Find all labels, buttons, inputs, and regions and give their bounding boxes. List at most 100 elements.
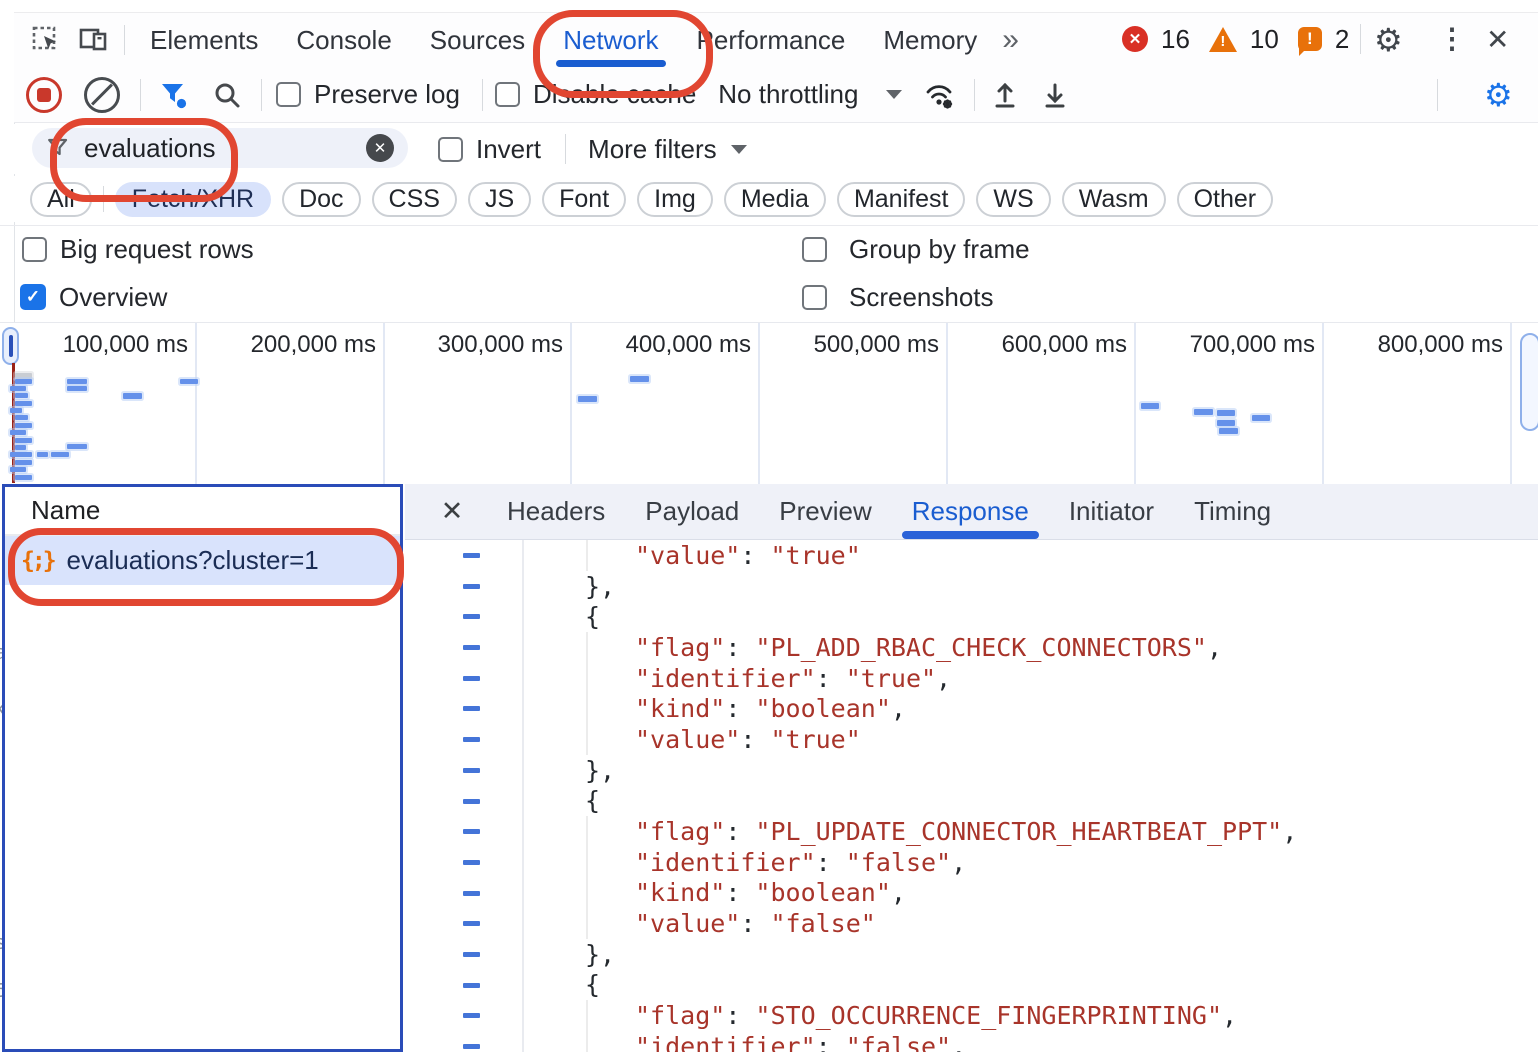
disable-cache-label[interactable]: Disable cache [533, 79, 696, 110]
type-filter-wasm[interactable]: Wasm [1062, 182, 1166, 217]
issues-count[interactable]: 2 [1335, 24, 1349, 55]
fold-marker-icon[interactable] [463, 952, 480, 957]
type-filter-img[interactable]: Img [637, 182, 713, 217]
type-filter-manifest[interactable]: Manifest [837, 182, 965, 217]
request-timeline-bar[interactable] [10, 408, 22, 413]
throttling-select[interactable]: No throttling [718, 79, 858, 110]
request-timeline-bar[interactable] [180, 379, 198, 384]
request-timeline-bar[interactable] [1141, 403, 1159, 409]
close-detail-icon[interactable]: ✕ [431, 496, 473, 527]
clear-network-log-icon[interactable] [84, 77, 120, 113]
request-timeline-bar[interactable] [1219, 428, 1238, 434]
name-column-header[interactable]: Name [5, 487, 400, 536]
big-request-rows-checkbox[interactable] [22, 237, 47, 262]
tab-network[interactable]: Network [544, 13, 677, 67]
issues-badge-icon[interactable]: ! [1298, 27, 1322, 51]
overview-checkbox[interactable]: ✓ [20, 284, 46, 310]
request-timeline-bar[interactable] [10, 386, 26, 391]
disable-cache-checkbox[interactable] [495, 82, 520, 107]
big-request-rows-label[interactable]: Big request rows [60, 234, 254, 265]
fold-marker-icon[interactable] [463, 768, 480, 773]
preserve-log-checkbox[interactable] [276, 82, 301, 107]
request-timeline-bar[interactable] [1194, 409, 1213, 415]
fold-marker-icon[interactable] [463, 737, 480, 742]
warning-badge-icon[interactable]: ! [1209, 27, 1237, 52]
request-row[interactable]: {;}evaluations?cluster=1 [5, 536, 400, 585]
request-timeline-bar[interactable] [10, 467, 26, 472]
request-timeline-bar[interactable] [630, 376, 649, 382]
settings-gear-icon[interactable]: ⚙ [1374, 21, 1403, 59]
fold-marker-icon[interactable] [463, 676, 480, 681]
request-timeline-bar[interactable] [51, 452, 69, 457]
screenshots-label[interactable]: Screenshots [849, 282, 994, 313]
request-timeline-bar[interactable] [67, 386, 87, 391]
import-har-icon[interactable] [985, 75, 1025, 115]
request-timeline-bar[interactable] [15, 460, 32, 465]
error-badge-icon[interactable]: ✕ [1122, 26, 1148, 52]
type-filter-js[interactable]: JS [468, 182, 531, 217]
request-timeline-bar[interactable] [578, 396, 597, 402]
request-timeline-bar[interactable] [1252, 415, 1270, 421]
fold-marker-icon[interactable] [463, 799, 480, 804]
fold-marker-icon[interactable] [463, 1044, 480, 1049]
request-timeline-bar[interactable] [15, 423, 32, 428]
fold-marker-icon[interactable] [463, 553, 480, 558]
invert-label[interactable]: Invert [476, 134, 541, 165]
network-settings-gear-icon[interactable]: ⚙ [1484, 76, 1513, 114]
filter-funnel-icon[interactable] [153, 75, 193, 115]
preserve-log-label[interactable]: Preserve log [314, 79, 460, 110]
fold-marker-icon[interactable] [463, 1013, 480, 1018]
fold-marker-icon[interactable] [463, 921, 480, 926]
record-network-log-icon[interactable] [26, 77, 62, 113]
fold-marker-icon[interactable] [463, 645, 480, 650]
fold-marker-icon[interactable] [463, 706, 480, 711]
more-filters-caret-icon[interactable] [731, 145, 747, 154]
export-har-icon[interactable] [1035, 75, 1075, 115]
kebab-menu-icon[interactable]: ⋮ [1438, 22, 1466, 55]
invert-checkbox[interactable] [438, 137, 463, 162]
tab-memory[interactable]: Memory [864, 13, 996, 67]
request-timeline-bar[interactable] [15, 475, 32, 480]
filter-value[interactable]: evaluations [84, 133, 366, 164]
request-timeline-bar[interactable] [15, 438, 32, 443]
request-timeline-bar[interactable] [10, 452, 32, 457]
type-filter-css[interactable]: CSS [372, 182, 457, 217]
fold-marker-icon[interactable] [463, 983, 480, 988]
type-filter-media[interactable]: Media [724, 182, 826, 217]
detail-tab-preview[interactable]: Preview [759, 484, 891, 539]
network-overview-timeline[interactable]: 100,000 ms200,000 ms300,000 ms400,000 ms… [0, 322, 1538, 485]
device-toolbar-icon[interactable] [74, 20, 114, 60]
overview-right-grip[interactable] [1520, 333, 1538, 431]
type-filter-font[interactable]: Font [542, 182, 626, 217]
request-timeline-bar[interactable] [123, 393, 142, 399]
more-filters-button[interactable]: More filters [588, 134, 717, 165]
group-by-frame-label[interactable]: Group by frame [849, 234, 1030, 265]
detail-tab-timing[interactable]: Timing [1174, 484, 1291, 539]
request-timeline-bar[interactable] [10, 430, 26, 435]
overview-left-grip[interactable] [2, 327, 19, 365]
response-body-viewer[interactable]: "value": "true"},{"flag": "PL_ADD_RBAC_C… [405, 540, 1538, 1052]
type-filter-all[interactable]: All [30, 182, 92, 217]
error-count[interactable]: 16 [1161, 24, 1190, 55]
request-timeline-bar[interactable] [37, 452, 48, 457]
type-filter-ws[interactable]: WS [976, 182, 1050, 217]
fold-marker-icon[interactable] [463, 614, 480, 619]
clear-filter-icon[interactable]: ✕ [366, 134, 394, 162]
screenshots-checkbox[interactable] [802, 285, 827, 310]
tab-console[interactable]: Console [277, 13, 410, 67]
warning-count[interactable]: 10 [1250, 24, 1279, 55]
type-filter-fetchxhr[interactable]: Fetch/XHR [115, 182, 271, 217]
overview-label[interactable]: Overview [59, 282, 167, 313]
request-timeline-bar[interactable] [1217, 420, 1235, 426]
type-filter-doc[interactable]: Doc [282, 182, 360, 217]
search-icon[interactable] [207, 75, 247, 115]
tab-sources[interactable]: Sources [411, 13, 544, 67]
network-conditions-icon[interactable] [920, 75, 960, 115]
detail-tab-payload[interactable]: Payload [625, 484, 759, 539]
request-timeline-bar[interactable] [67, 444, 87, 449]
detail-tab-headers[interactable]: Headers [487, 484, 625, 539]
filter-input[interactable]: evaluations ✕ [32, 128, 408, 168]
throttling-caret-icon[interactable] [886, 90, 902, 99]
fold-marker-icon[interactable] [463, 860, 480, 865]
detail-tab-initiator[interactable]: Initiator [1049, 484, 1174, 539]
